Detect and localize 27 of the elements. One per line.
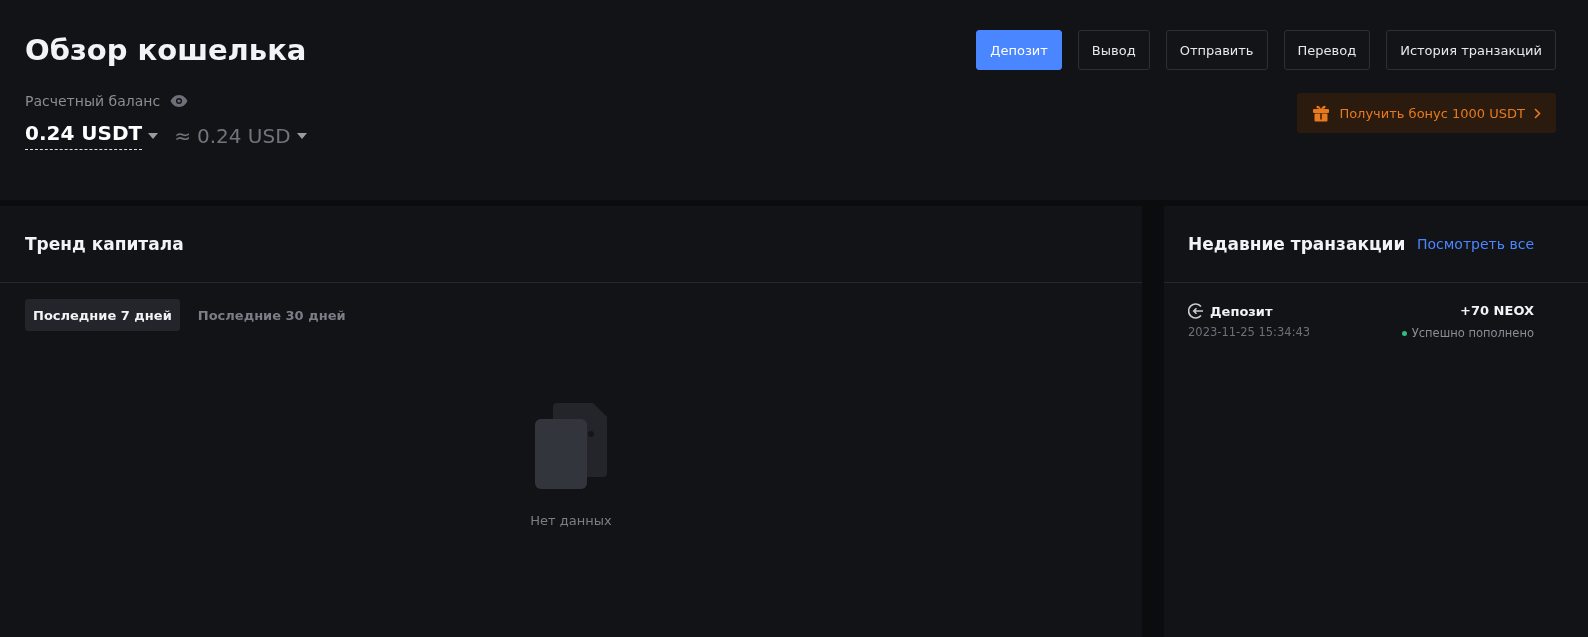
transaction-type: Депозит: [1210, 303, 1273, 319]
approx-sign: ≈: [174, 123, 191, 148]
panel-title: Недавние транзакции: [1188, 234, 1406, 254]
deposit-icon: [1188, 303, 1204, 319]
period-tab[interactable]: Последние 7 дней: [25, 299, 180, 331]
transaction-status: Успешно пополнено: [1411, 326, 1534, 340]
balance-usd[interactable]: 0.24 USD: [196, 123, 291, 148]
action-button[interactable]: История транзакций: [1386, 30, 1556, 70]
caret-icon[interactable]: [148, 132, 159, 139]
action-button[interactable]: Перевод: [1283, 30, 1371, 70]
panel-title: Тренд капитала: [25, 234, 184, 254]
empty-documents-icon: [535, 403, 607, 489]
eye-icon[interactable]: [170, 95, 189, 107]
gift-icon: [1312, 104, 1331, 122]
action-button[interactable]: Вывод: [1077, 30, 1150, 70]
no-data-text: Нет данных: [530, 513, 612, 528]
page-title: Обзор кошелька: [25, 33, 307, 67]
caret-icon[interactable]: [296, 132, 307, 139]
chevron-right-icon: [1534, 107, 1541, 119]
view-all-link[interactable]: Посмотреть все: [1417, 236, 1534, 252]
action-button[interactable]: Отправить: [1165, 30, 1268, 70]
transaction-amount: +70 NEOX: [1460, 303, 1534, 318]
transaction-date: 2023-11-25 15:34:43: [1188, 325, 1311, 339]
bonus-button[interactable]: Получить бонус 1000 USDT: [1297, 93, 1556, 133]
balance-amount[interactable]: 0.24 USDT: [25, 121, 143, 150]
period-tab[interactable]: Последние 30 дней: [189, 299, 354, 331]
balance-label: Расчетный баланс: [25, 93, 161, 109]
